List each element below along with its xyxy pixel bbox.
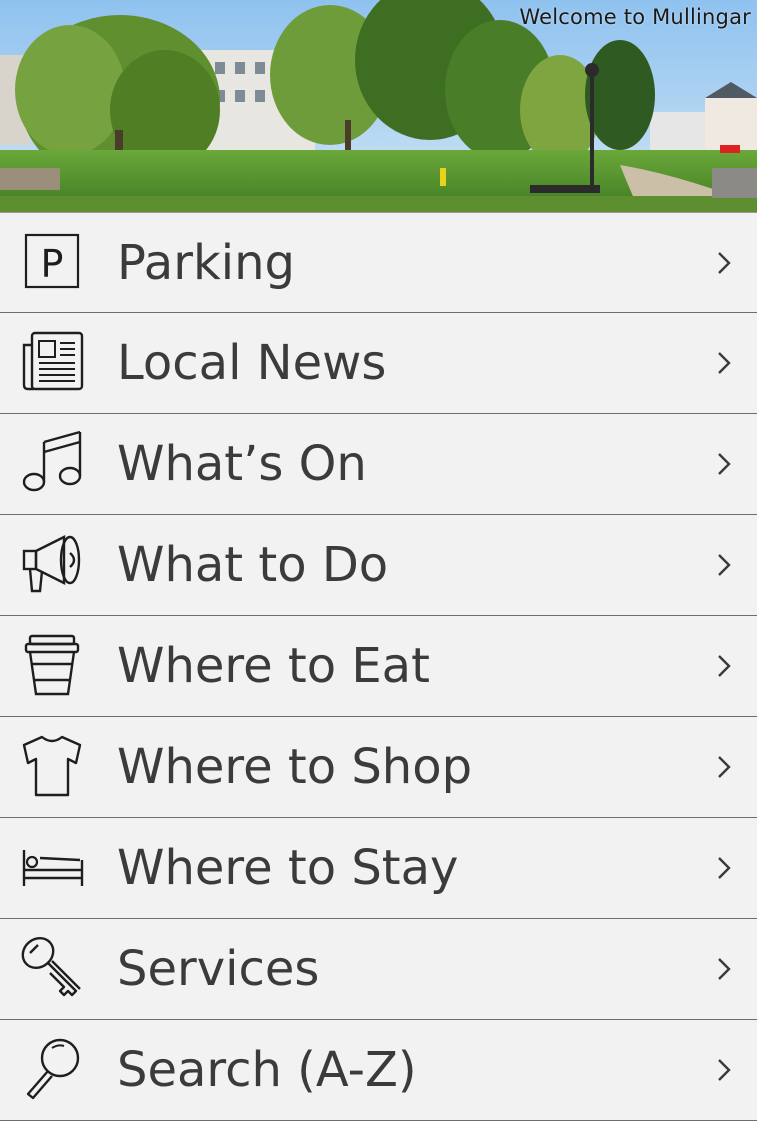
menu-item-label: Where to Shop bbox=[117, 739, 473, 795]
newspaper-icon bbox=[18, 327, 88, 397]
chevron-right-icon bbox=[715, 1055, 733, 1085]
music-note-icon bbox=[18, 428, 88, 498]
menu-item-search[interactable]: Search (A-Z) bbox=[0, 1020, 757, 1121]
menu-item-local-news[interactable]: Local News bbox=[0, 313, 757, 414]
coffee-cup-icon bbox=[18, 630, 88, 700]
menu-item-where-to-eat[interactable]: Where to Eat bbox=[0, 616, 757, 717]
menu-item-label: Services bbox=[117, 941, 320, 997]
chevron-right-icon bbox=[715, 550, 733, 580]
menu-item-whats-on[interactable]: What’s On bbox=[0, 414, 757, 515]
menu-item-label: Search (A-Z) bbox=[117, 1042, 417, 1098]
menu-item-label: What’s On bbox=[117, 436, 367, 492]
menu-item-services[interactable]: Services bbox=[0, 919, 757, 1020]
chevron-right-icon bbox=[715, 348, 733, 378]
menu-item-label: What to Do bbox=[117, 537, 389, 593]
chevron-right-icon bbox=[715, 248, 733, 278]
menu-item-label: Local News bbox=[117, 335, 387, 391]
chevron-right-icon bbox=[715, 651, 733, 681]
chevron-right-icon bbox=[715, 752, 733, 782]
menu-item-where-to-stay[interactable]: Where to Stay bbox=[0, 818, 757, 919]
chevron-right-icon bbox=[715, 954, 733, 984]
svg-text:P: P bbox=[41, 242, 64, 286]
chevron-right-icon bbox=[715, 853, 733, 883]
menu-item-label: Where to Eat bbox=[117, 638, 430, 694]
main-menu: P Parking Local News What’s On What to D… bbox=[0, 212, 757, 1121]
park-photo bbox=[0, 0, 757, 212]
menu-item-where-to-shop[interactable]: Where to Shop bbox=[0, 717, 757, 818]
key-icon bbox=[18, 933, 88, 1003]
megaphone-icon bbox=[18, 529, 88, 599]
welcome-title: Welcome to Mullingar bbox=[519, 5, 751, 29]
menu-item-what-to-do[interactable]: What to Do bbox=[0, 515, 757, 616]
menu-item-label: Where to Stay bbox=[117, 840, 459, 896]
parking-icon: P bbox=[18, 227, 88, 297]
menu-item-label: Parking bbox=[117, 234, 295, 291]
menu-item-parking[interactable]: P Parking bbox=[0, 212, 757, 313]
bed-icon bbox=[18, 832, 88, 902]
tshirt-icon bbox=[18, 731, 88, 801]
chevron-right-icon bbox=[715, 449, 733, 479]
header-banner: Welcome to Mullingar bbox=[0, 0, 757, 212]
search-icon bbox=[18, 1034, 88, 1104]
